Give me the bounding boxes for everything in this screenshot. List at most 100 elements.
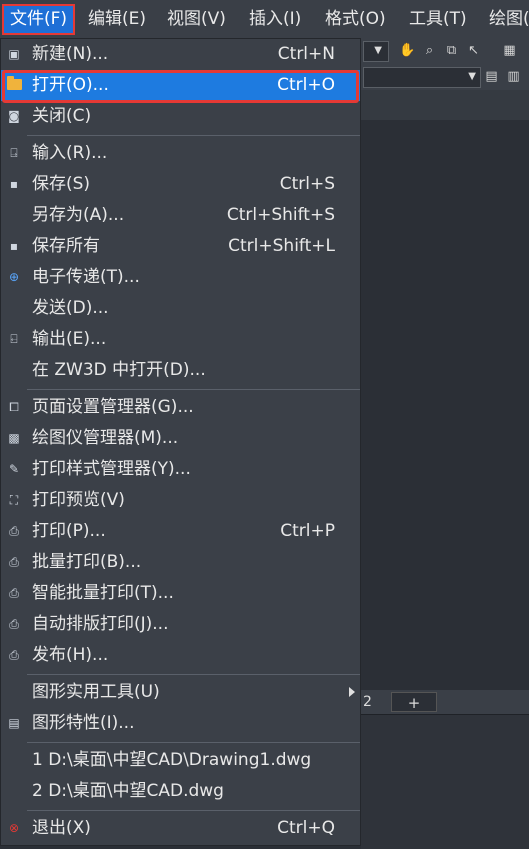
drawing-tab-strip [361,90,529,120]
menu-item-label: 关闭(C) [32,106,92,126]
menu-separator [27,674,360,675]
menu-item-label: 退出(X) [32,818,91,838]
menu-item-shortcut: Ctrl+S [279,174,335,194]
menu-item-label: 发布(H)... [32,645,109,665]
menu-item-shortcut: Ctrl+P [280,521,335,541]
menu-item-label: 保存(S) [32,174,91,194]
menu-item-label: 智能批量打印(T)... [32,583,174,603]
menu-item-drawing-properties[interactable]: ▤ 图形特性(I)... [1,708,360,739]
menu-item-open-in-zw3d[interactable]: 在 ZW3D 中打开(D)... [1,355,360,386]
submenu-arrow-icon [349,687,355,697]
new-file-icon: ▣ [8,47,20,61]
layer-dropdown[interactable]: ▼ [363,67,481,88]
menu-item-label: 页面设置管理器(G)... [32,397,194,417]
toolbar-standard: ▼ ✋ ⌕ ⧉ ↖ ▦ [361,38,529,65]
menu-item-publish[interactable]: ⎙ 发布(H)... [1,640,360,671]
command-line[interactable] [361,714,529,849]
menu-item-exit[interactable]: ⊗ 退出(X) Ctrl+Q [1,813,360,844]
zoom-previous-icon[interactable]: ↖ [465,42,482,59]
menu-item-save-as[interactable]: 另存为(A)... Ctrl+Shift+S [1,200,360,231]
menu-item-shortcut: Ctrl+Shift+L [228,236,335,256]
drawing-properties-icon: ▤ [8,716,20,730]
menu-item-new[interactable]: ▣ 新建(N)... Ctrl+N [1,39,360,70]
menu-tools[interactable]: 工具(T) [409,4,467,34]
plot-style-icon: ✎ [8,462,20,476]
layout-tab-bar: 2 + [361,690,529,714]
menu-item-close[interactable]: ◙ 关闭(C) [1,101,360,132]
menu-item-label: 保存所有 [32,236,100,256]
calculator-icon[interactable]: ▦ [501,42,518,59]
menu-item-label: 输入(R)... [32,143,108,163]
menu-item-shortcut: Ctrl+Q [277,818,335,838]
menu-separator [27,389,360,390]
menu-insert[interactable]: 插入(I) [249,4,301,34]
print-preview-icon: ⛶ [9,493,19,507]
menu-item-print-preview[interactable]: ⛶ 打印预览(V) [1,485,360,516]
menu-file[interactable]: 文件(F) [2,4,76,35]
etransmit-icon: ⊕ [8,270,20,284]
menu-item-shortcut: Ctrl+N [277,44,335,64]
smart-batch-print-icon: ⎙ [9,586,19,600]
menu-item-label: 发送(D)... [32,298,109,318]
menu-item-label: 另存为(A)... [32,205,125,225]
file-menu-dropdown: ▣ 新建(N)... Ctrl+N 打开(O)... Ctrl+O ◙ 关闭(C… [0,38,361,846]
menu-item-label: 1 D:\桌面\中望CAD\Drawing1.dwg [32,750,312,770]
menu-view[interactable]: 视图(V) [167,4,226,34]
import-icon: ⍈ [10,146,18,160]
chevron-down-icon: ▼ [468,71,476,82]
menu-item-plotter-manager[interactable]: ▩ 绘图仪管理器(M)... [1,423,360,454]
menu-separator [27,135,360,136]
add-layout-button[interactable]: + [391,692,437,712]
zoom-realtime-icon[interactable]: ⌕ [421,42,438,59]
save-all-icon: ▪ [9,239,19,253]
page-setup-icon: ⧠ [9,400,19,414]
menu-item-label: 电子传递(T)... [32,267,140,287]
menu-item-drawing-utilities[interactable]: 图形实用工具(U) [1,677,360,708]
menu-item-print[interactable]: ⎙ 打印(P)... Ctrl+P [1,516,360,547]
menu-item-import[interactable]: ⍈ 输入(R)... [1,138,360,169]
menu-item-save[interactable]: ▪ 保存(S) Ctrl+S [1,169,360,200]
menu-item-shortcut: Ctrl+Shift+S [226,205,335,225]
menu-item-label: 打印(P)... [32,521,106,541]
menu-item-label: 打印样式管理器(Y)... [32,459,191,479]
menu-item-label: 2 D:\桌面\中望CAD.dwg [32,781,224,801]
menu-item-recent-1[interactable]: 1 D:\桌面\中望CAD\Drawing1.dwg [1,745,360,776]
toolbar-layers: ▼ ▤ ▥ [361,64,529,91]
toolbar-dropdown[interactable]: ▼ [363,41,389,62]
menu-edit[interactable]: 编辑(E) [88,4,146,34]
menu-item-smart-batch-print[interactable]: ⎙ 智能批量打印(T)... [1,578,360,609]
menu-item-label: 自动排版打印(J)... [32,614,169,634]
save-icon: ▪ [9,177,19,191]
menu-item-label: 输出(E)... [32,329,107,349]
menu-item-label: 绘图仪管理器(M)... [32,428,179,448]
layer-previous-icon[interactable]: ▥ [505,68,522,85]
exit-icon: ⊗ [8,821,20,835]
menu-item-auto-layout-print[interactable]: ⎙ 自动排版打印(J)... [1,609,360,640]
menu-item-label: 批量打印(B)... [32,552,142,572]
layer-state-icon[interactable]: ▤ [483,68,500,85]
menu-item-save-all[interactable]: ▪ 保存所有 Ctrl+Shift+L [1,231,360,262]
menu-format[interactable]: 格式(O) [325,4,386,34]
menu-item-recent-2[interactable]: 2 D:\桌面\中望CAD.dwg [1,776,360,807]
menu-item-label: 打印预览(V) [32,490,125,510]
export-icon: ⍇ [10,332,18,346]
menu-item-batch-print[interactable]: ⎙ 批量打印(B)... [1,547,360,578]
menu-draw[interactable]: 绘图( [489,4,529,34]
pan-hand-icon[interactable]: ✋ [399,42,416,59]
menu-item-send[interactable]: 发送(D)... [1,293,360,324]
menu-item-label: 新建(N)... [32,44,109,64]
batch-print-icon: ⎙ [9,555,19,569]
plotter-icon: ▩ [8,431,20,445]
menu-bar: 文件(F) 编辑(E) 视图(V) 插入(I) 格式(O) 工具(T) 绘图( [0,0,529,39]
drawing-canvas[interactable] [361,120,529,690]
highlight-box [2,70,359,103]
menu-item-export[interactable]: ⍇ 输出(E)... [1,324,360,355]
zoom-window-icon[interactable]: ⧉ [443,42,460,59]
menu-separator [27,810,360,811]
menu-item-label: 图形实用工具(U) [32,682,160,702]
layout-tab-2[interactable]: 2 [363,692,372,712]
menu-item-page-setup[interactable]: ⧠ 页面设置管理器(G)... [1,392,360,423]
chevron-down-icon: ▼ [374,45,382,56]
menu-item-plot-style-manager[interactable]: ✎ 打印样式管理器(Y)... [1,454,360,485]
menu-item-etransmit[interactable]: ⊕ 电子传递(T)... [1,262,360,293]
